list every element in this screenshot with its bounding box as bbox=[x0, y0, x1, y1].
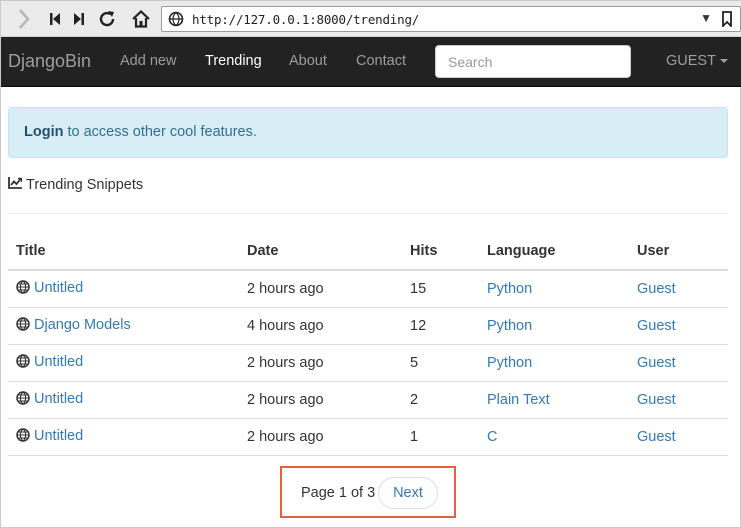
cell-hits: 5 bbox=[402, 344, 479, 382]
cell-date: 2 hours ago bbox=[239, 344, 402, 382]
snippet-title-link[interactable]: Untitled bbox=[34, 354, 83, 370]
line-chart-icon bbox=[8, 177, 23, 193]
caret-down-icon bbox=[719, 59, 728, 64]
brand-link[interactable]: DjangoBin bbox=[8, 51, 91, 72]
bookmark-icon[interactable] bbox=[722, 11, 732, 30]
user-link[interactable]: Guest bbox=[637, 355, 676, 371]
cell-title: Untitled bbox=[8, 344, 239, 382]
cell-user: Guest bbox=[629, 344, 728, 382]
cell-language: Python bbox=[479, 270, 629, 308]
url-dropdown-icon[interactable]: ▼ bbox=[700, 11, 712, 25]
next-page-button[interactable]: Next bbox=[378, 477, 438, 509]
pagination: Page 1 of 3 Next bbox=[280, 466, 456, 518]
cell-title: Untitled bbox=[8, 270, 239, 308]
cell-title: Untitled bbox=[8, 418, 239, 456]
user-link[interactable]: Guest bbox=[637, 281, 676, 297]
login-link[interactable]: Login bbox=[24, 124, 63, 140]
nav-contact[interactable]: Contact bbox=[356, 53, 406, 69]
cell-user: Guest bbox=[629, 418, 728, 456]
cell-language: C bbox=[479, 418, 629, 456]
globe-icon bbox=[16, 390, 30, 409]
table-row: Untitled 2 hours ago 2 Plain Text Guest bbox=[8, 381, 728, 419]
snippet-title-link[interactable]: Untitled bbox=[34, 280, 83, 296]
snippet-title-link[interactable]: Django Models bbox=[34, 317, 131, 333]
cell-hits: 1 bbox=[402, 418, 479, 456]
column-header-language: Language bbox=[479, 233, 629, 271]
cell-hits: 2 bbox=[402, 381, 479, 419]
cell-title: Untitled bbox=[8, 381, 239, 419]
nav-trending[interactable]: Trending bbox=[205, 53, 262, 69]
user-link[interactable]: Guest bbox=[637, 318, 676, 334]
reload-icon[interactable] bbox=[96, 7, 118, 31]
cell-hits: 15 bbox=[402, 270, 479, 308]
skip-back-icon[interactable] bbox=[47, 7, 63, 31]
user-menu[interactable]: GUEST bbox=[666, 53, 728, 69]
globe-icon bbox=[16, 280, 30, 298]
url-text: http://127.0.0.1:8000/trending/ bbox=[192, 12, 420, 27]
user-link[interactable]: Guest bbox=[637, 429, 676, 445]
column-header-user: User bbox=[629, 233, 728, 271]
cell-date: 4 hours ago bbox=[239, 307, 402, 345]
section-title: Trending Snippets bbox=[26, 177, 144, 193]
site-navbar: DjangoBin Add new Trending About Contact… bbox=[1, 37, 741, 87]
table-row: Untitled 2 hours ago 1 C Guest bbox=[8, 418, 728, 456]
snippet-title-link[interactable]: Untitled bbox=[34, 391, 83, 407]
cell-user: Guest bbox=[629, 307, 728, 345]
browser-window: http://127.0.0.1:8000/trending/ ▼ Django… bbox=[0, 0, 741, 528]
page-status: Page 1 of 3 bbox=[301, 485, 376, 501]
skip-forward-icon[interactable] bbox=[71, 7, 87, 31]
column-header-date: Date bbox=[239, 233, 402, 271]
table-header-row: Title Date Hits Language User bbox=[8, 233, 728, 271]
cell-language: Python bbox=[479, 307, 629, 345]
nav-add-new[interactable]: Add new bbox=[120, 53, 176, 69]
snippets-table: Title Date Hits Language User Untitled 2 … bbox=[8, 233, 728, 456]
globe-icon bbox=[16, 353, 30, 372]
language-link[interactable]: Plain Text bbox=[487, 392, 550, 408]
language-link[interactable]: Python bbox=[487, 355, 532, 371]
home-icon[interactable] bbox=[130, 7, 152, 31]
globe-icon bbox=[16, 316, 30, 335]
cell-user: Guest bbox=[629, 270, 728, 308]
search-input[interactable] bbox=[435, 45, 631, 78]
cell-language: Python bbox=[479, 344, 629, 382]
table-row: Untitled 2 hours ago 15 Python Guest bbox=[8, 270, 728, 308]
cell-title: Django Models bbox=[8, 307, 239, 345]
login-alert: Login to access other cool features. bbox=[8, 107, 728, 158]
user-link[interactable]: Guest bbox=[637, 392, 676, 408]
address-bar[interactable]: http://127.0.0.1:8000/trending/ ▼ bbox=[161, 6, 741, 32]
cell-date: 2 hours ago bbox=[239, 270, 402, 308]
section-heading: Trending Snippets bbox=[8, 177, 143, 193]
snippet-title-link[interactable]: Untitled bbox=[34, 428, 83, 444]
table-row: Untitled 2 hours ago 5 Python Guest bbox=[8, 344, 728, 382]
cell-language: Plain Text bbox=[479, 381, 629, 419]
cell-user: Guest bbox=[629, 381, 728, 419]
forward-icon[interactable] bbox=[15, 7, 33, 31]
cell-hits: 12 bbox=[402, 307, 479, 345]
language-link[interactable]: Python bbox=[487, 318, 532, 334]
site-info-icon[interactable] bbox=[168, 11, 184, 30]
cell-date: 2 hours ago bbox=[239, 418, 402, 456]
browser-toolbar: http://127.0.0.1:8000/trending/ ▼ bbox=[1, 1, 741, 37]
column-header-title: Title bbox=[8, 233, 239, 271]
cell-date: 2 hours ago bbox=[239, 381, 402, 419]
nav-about[interactable]: About bbox=[289, 53, 327, 69]
column-header-hits: Hits bbox=[402, 233, 479, 271]
user-menu-label: GUEST bbox=[666, 53, 716, 69]
divider bbox=[8, 213, 728, 214]
language-link[interactable]: Python bbox=[487, 281, 532, 297]
globe-icon bbox=[16, 427, 30, 446]
language-link[interactable]: C bbox=[487, 429, 497, 445]
table-row: Django Models 4 hours ago 12 Python Guest bbox=[8, 307, 728, 345]
alert-message: to access other cool features. bbox=[63, 124, 257, 140]
